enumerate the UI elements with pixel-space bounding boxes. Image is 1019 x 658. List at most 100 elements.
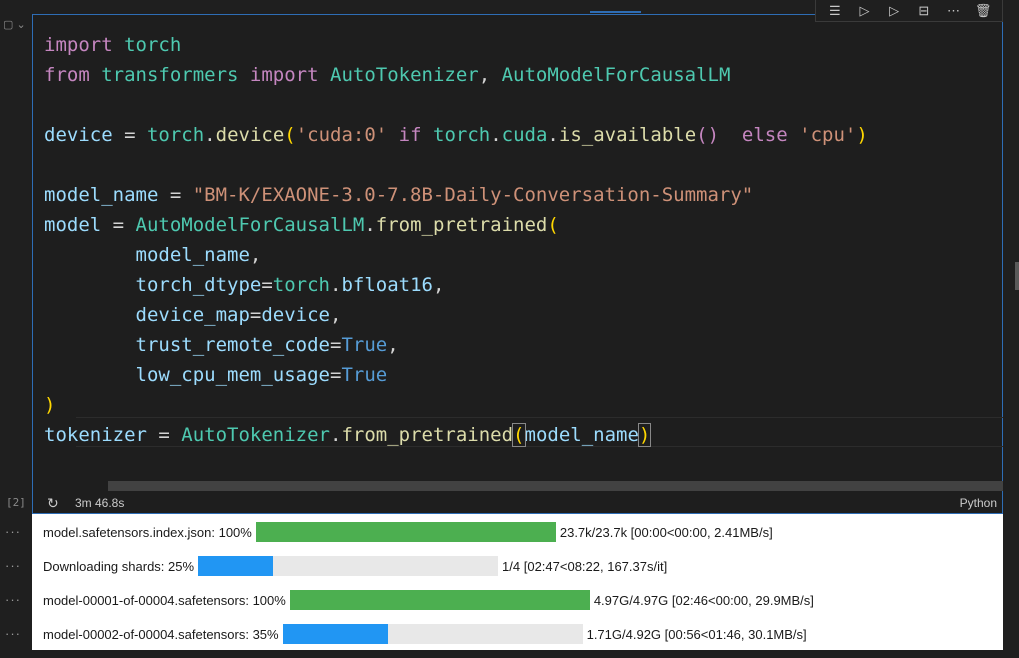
execute-below-icon[interactable]: ▷	[883, 3, 905, 19]
code-token: ,	[432, 274, 445, 296]
code-token: device	[215, 124, 285, 146]
code-token: from_pretrained	[341, 424, 514, 446]
output-more-icon[interactable]: ···	[5, 558, 21, 573]
code-token: from	[44, 64, 90, 86]
code-token: import	[249, 64, 319, 86]
language-selector[interactable]: Python	[960, 496, 997, 510]
code-token: model_name	[44, 184, 159, 206]
code-line[interactable]: torch_dtype=torch.bfloat16,	[44, 270, 868, 300]
code-token: device	[44, 124, 113, 146]
code-token: cuda	[501, 124, 548, 146]
code-token: model	[44, 214, 102, 236]
code-line[interactable]: low_cpu_mem_usage=True	[44, 360, 868, 390]
progress-stats: 1.71G/4.92G [00:56<01:46, 30.1MB/s]	[586, 626, 807, 642]
code-token: device	[261, 304, 330, 326]
code-token: transformers	[89, 64, 250, 86]
progress-row: model-00002-of-00004.safetensors: 35% 1.7…	[43, 623, 807, 645]
code-token: )	[637, 423, 652, 447]
code-token: (	[512, 423, 526, 447]
code-token: .	[490, 124, 502, 146]
code-token: torch	[433, 124, 491, 146]
progress-stats: 1/4 [02:47<08:22, 167.37s/it]	[502, 558, 668, 574]
code-token: torch	[146, 124, 205, 146]
output-more-icon[interactable]: ···	[5, 626, 21, 641]
progress-bar	[198, 556, 499, 576]
horizontal-scrollbar[interactable]	[108, 481, 1003, 491]
code-token: ,	[330, 304, 342, 326]
code-token: torch_dtype	[44, 274, 262, 296]
code-line[interactable]: model = AutoModelForCausalLM.from_pretra…	[44, 210, 868, 240]
output-more-icon[interactable]: ···	[5, 592, 21, 607]
code-line[interactable]: import torch	[44, 30, 868, 60]
cell-output: model.safetensors.index.json: 100% 23.7k/…	[32, 514, 1003, 650]
code-token: 'cpu'	[799, 124, 857, 146]
progress-fill	[289, 590, 590, 610]
code-token: else	[719, 124, 800, 146]
code-line[interactable]: device = torch.device('cuda:0' if torch.…	[44, 120, 868, 150]
code-line[interactable]	[44, 90, 868, 120]
code-token: torch	[112, 34, 182, 56]
progress-fill	[255, 522, 556, 542]
cell-toolbar: ☰ ▷ ▷ ⊟ ⋯ 🗑	[815, 0, 1003, 22]
output-more-icon[interactable]: ···	[5, 524, 21, 539]
split-cell-icon[interactable]: ⊟	[913, 3, 935, 19]
cell-collapse-icon[interactable]: ▢ ⌄	[3, 18, 26, 31]
code-token: .	[364, 214, 376, 236]
code-token: .	[330, 274, 342, 296]
gutter: ▢ ⌄ [2] ··· ··· ··· ···	[0, 0, 32, 658]
code-token: AutoTokenizer	[318, 64, 479, 86]
progress-row: model-00001-of-00004.safetensors: 100% 4.…	[43, 589, 814, 611]
code-line[interactable]: model_name = "BM-K/EXAONE-3.0-7.8B-Daily…	[44, 180, 868, 210]
code-token: "BM-K/EXAONE-3.0-7.8B-Daily-Conversation…	[192, 184, 754, 206]
code-token: if	[387, 124, 433, 146]
code-token: =	[249, 304, 262, 326]
code-token: .	[330, 424, 342, 446]
code-token: model_name	[524, 424, 639, 446]
code-token: tokenizer	[44, 424, 147, 446]
code-token: True	[341, 334, 388, 356]
code-editor[interactable]: import torch from transformers import Aut…	[44, 30, 868, 450]
code-token: )	[44, 394, 56, 416]
execution-time: 3m 46.8s	[75, 496, 125, 510]
code-line[interactable]: tokenizer = AutoTokenizer.from_pretraine…	[44, 420, 868, 450]
code-token: (	[284, 124, 296, 146]
code-token: (	[547, 214, 559, 236]
progress-label: model-00002-of-00004.safetensors: 35%	[43, 626, 279, 642]
code-token: model_name	[44, 244, 250, 266]
code-token: .	[547, 124, 559, 146]
execution-status-icon: ↻	[47, 495, 59, 511]
code-line[interactable]: model_name,	[44, 240, 868, 270]
progress-label: model-00001-of-00004.safetensors: 100%	[43, 592, 286, 608]
code-token: bfloat16	[341, 274, 433, 296]
code-line[interactable]: trust_remote_code=True,	[44, 330, 868, 360]
code-token: device_map	[44, 304, 250, 326]
code-line[interactable]: device_map=device,	[44, 300, 868, 330]
progress-row: model.safetensors.index.json: 100% 23.7k/…	[43, 521, 773, 543]
progress-row: Downloading shards: 25% 1/4 [02:47<08:22,…	[43, 555, 667, 577]
code-token: =	[261, 274, 273, 296]
code-token: =	[101, 214, 136, 236]
code-token: 'cuda:0'	[295, 124, 388, 146]
code-token: =	[112, 124, 147, 146]
code-token: import	[44, 34, 113, 56]
progress-bar	[289, 590, 590, 610]
code-token: =	[329, 364, 342, 386]
code-line[interactable]	[44, 150, 868, 180]
code-line[interactable]: )	[44, 390, 868, 420]
vertical-scrollbar[interactable]	[1015, 262, 1019, 290]
execute-above-icon[interactable]: ▷	[853, 3, 875, 19]
progress-fill	[198, 556, 274, 576]
code-line[interactable]: from transformers import AutoTokenizer, …	[44, 60, 868, 90]
more-actions-icon[interactable]: ⋯	[942, 3, 964, 19]
run-by-line-icon[interactable]: ☰	[824, 3, 846, 19]
code-token: =	[329, 334, 342, 356]
code-token: ,	[249, 244, 262, 266]
delete-icon[interactable]: 🗑	[972, 3, 994, 19]
cell-status-bar: ↻ 3m 46.8s Python	[33, 492, 1003, 514]
progress-bar	[255, 522, 556, 542]
code-token: from_pretrained	[375, 214, 548, 236]
code-token: AutoModelForCausalLM	[501, 64, 731, 86]
cell-focus-indicator	[590, 11, 641, 13]
code-token: trust_remote_code	[44, 334, 330, 356]
code-token: =	[158, 184, 193, 206]
